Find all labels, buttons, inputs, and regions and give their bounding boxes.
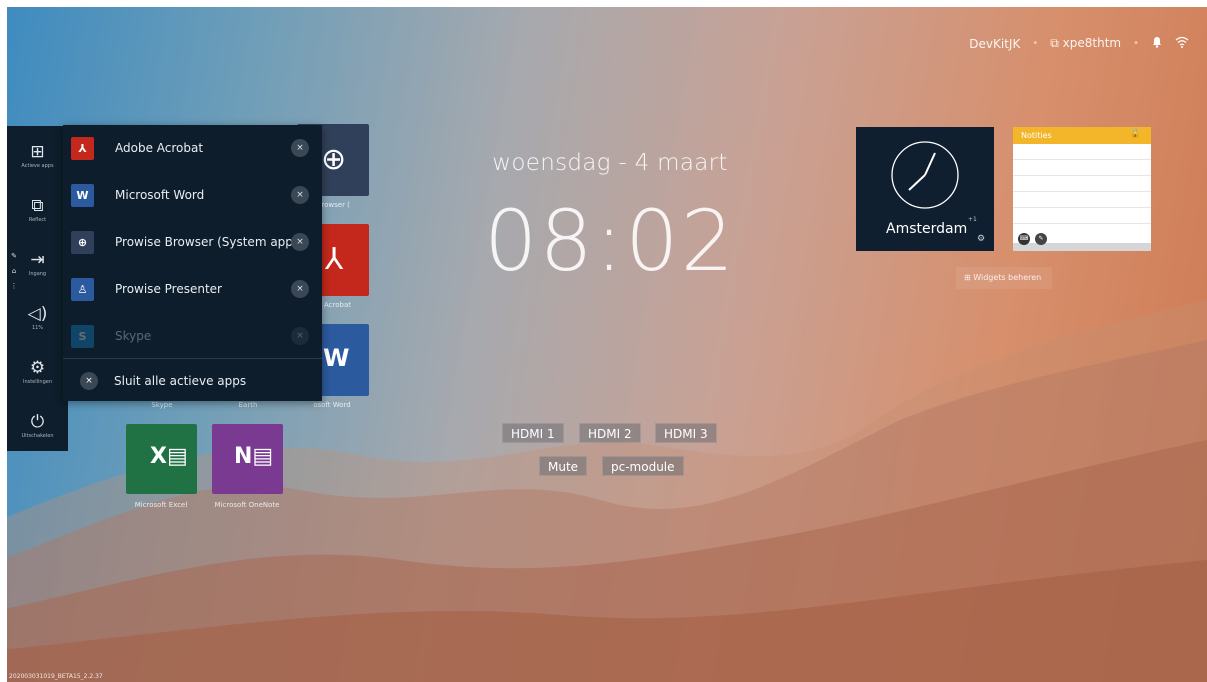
acrobat-icon: ⅄: [325, 242, 344, 277]
close-icon[interactable]: ×: [291, 186, 309, 204]
pen-icon[interactable]: ✎: [1035, 233, 1047, 245]
tile-earth-label: Earth: [238, 401, 258, 409]
tile-skype-label: Skype: [151, 401, 173, 409]
active-app-name: Microsoft Word: [115, 188, 205, 202]
frame-left: [0, 0, 7, 682]
separator-dot: •: [1133, 38, 1139, 49]
active-app-item[interactable]: ♙ Prowise Presenter ×: [63, 266, 322, 313]
lock-icon: 🔒: [1129, 129, 1141, 139]
sidebar-label: Actieve apps: [21, 163, 54, 169]
keyboard-icon[interactable]: ⌨: [1018, 233, 1030, 245]
globe-icon: ⊕: [321, 142, 347, 177]
pc-module-button[interactable]: pc-module: [602, 456, 684, 476]
notes-widget[interactable]: Notities 🔒 ⌨ ✎: [1013, 127, 1151, 251]
active-apps-panel: ⅄ Adobe Acrobat × W Microsoft Word × ⊕ P…: [63, 125, 322, 401]
screen-share-icon: ⧉: [1050, 36, 1059, 50]
grid-icon: ⊞: [964, 273, 971, 282]
close-icon[interactable]: ×: [291, 280, 309, 298]
menu-icon[interactable]: ⋮: [7, 282, 21, 290]
gear-icon[interactable]: ⚙: [977, 234, 985, 244]
skype-icon: S: [71, 325, 94, 348]
active-app-item[interactable]: ⊕ Prowise Browser (System app) ×: [63, 219, 322, 266]
user-name[interactable]: DevKitJK: [969, 37, 1020, 51]
close-icon[interactable]: ×: [291, 327, 309, 345]
tile-excel[interactable]: X▤: [126, 424, 197, 494]
clock-city: Amsterdam: [886, 221, 968, 237]
device-name[interactable]: ⧉ xpe8thtm: [1050, 36, 1121, 51]
close-all-label: Sluit alle actieve apps: [114, 374, 247, 388]
notes-title: Notities: [1021, 131, 1052, 140]
tile-word-label: osoft Word: [313, 401, 351, 409]
hdmi2-button[interactable]: HDMI 2: [579, 423, 641, 443]
bell-icon[interactable]: [1151, 36, 1163, 51]
device-label: xpe8thtm: [1062, 36, 1122, 50]
frame-top: [0, 0, 1207, 7]
status-bar: DevKitJK • ⧉ xpe8thtm •: [969, 36, 1189, 51]
hdmi1-button[interactable]: HDMI 1: [502, 423, 564, 443]
clock-widget[interactable]: Amsterdam +1 ⚙: [856, 127, 994, 251]
acrobat-icon: ⅄: [71, 137, 94, 160]
clock-time: 08:02: [483, 192, 737, 290]
close-icon[interactable]: ×: [291, 233, 309, 251]
sidebar-item-active-apps[interactable]: ⊞ Actieve apps: [7, 142, 68, 169]
analog-clock-icon: [891, 141, 959, 209]
apps-grid-icon: ⊞: [30, 142, 45, 162]
tile-onenote[interactable]: N▤: [212, 424, 283, 494]
date-label: woensdag - 4 maart: [492, 150, 728, 176]
sidebar-handle[interactable]: ✎ ⌂ ⋮: [7, 245, 21, 329]
pen-icon[interactable]: ✎: [7, 252, 21, 260]
gear-icon: ⚙: [29, 358, 46, 378]
manage-widgets-label: Widgets beheren: [973, 273, 1042, 282]
sidebar-item-reflect[interactable]: ⧉ Reflect: [7, 196, 68, 223]
active-app-name: Prowise Presenter: [115, 282, 222, 296]
active-app-item[interactable]: S Skype ×: [63, 313, 322, 360]
sidebar-item-shutdown[interactable]: ⏻ Uitschakelen: [7, 412, 68, 439]
active-app-item[interactable]: ⅄ Adobe Acrobat ×: [63, 125, 322, 172]
home-icon[interactable]: ⌂: [7, 267, 21, 275]
reflect-icon: ⧉: [31, 196, 44, 216]
separator-dot: •: [1032, 38, 1039, 49]
globe-icon: ⊕: [71, 231, 94, 254]
sidebar-label: Instellingen: [22, 379, 53, 385]
excel-icon: X▤: [150, 444, 188, 469]
presenter-icon: ♙: [71, 278, 94, 301]
onenote-icon: N▤: [234, 444, 274, 469]
close-all-apps-button[interactable]: × Sluit alle actieve apps: [63, 358, 322, 401]
tile-excel-label: Microsoft Excel: [134, 501, 188, 509]
active-app-name: Prowise Browser (System app): [115, 235, 298, 249]
mute-button[interactable]: Mute: [539, 456, 588, 476]
manage-widgets-button[interactable]: ⊞ Widgets beheren: [956, 267, 1052, 289]
hdmi3-button[interactable]: HDMI 3: [655, 423, 717, 443]
desktop: DevKitJK • ⧉ xpe8thtm • woensdag - 4 maa…: [0, 0, 1207, 682]
clock-offset: +1: [968, 216, 977, 223]
sidebar-label: Reflect: [28, 217, 47, 223]
active-app-item[interactable]: W Microsoft Word ×: [63, 172, 322, 219]
word-icon: W: [71, 184, 94, 207]
sidebar-label: Uitschakelen: [21, 433, 54, 439]
active-app-name: Skype: [115, 329, 152, 343]
tile-onenote-label: Microsoft OneNote: [214, 501, 280, 509]
sidebar-item-settings[interactable]: ⚙ Instellingen: [7, 358, 68, 385]
word-icon: W: [323, 344, 350, 372]
build-version: 202003031019_BETA15_2.2.37: [9, 673, 103, 680]
close-icon: ×: [80, 372, 98, 390]
notes-footer: [1013, 243, 1151, 251]
notes-header: Notities 🔒: [1013, 127, 1151, 144]
wifi-icon[interactable]: [1175, 36, 1189, 51]
power-icon: ⏻: [30, 412, 45, 432]
close-icon[interactable]: ×: [291, 139, 309, 157]
active-app-name: Adobe Acrobat: [115, 141, 204, 155]
